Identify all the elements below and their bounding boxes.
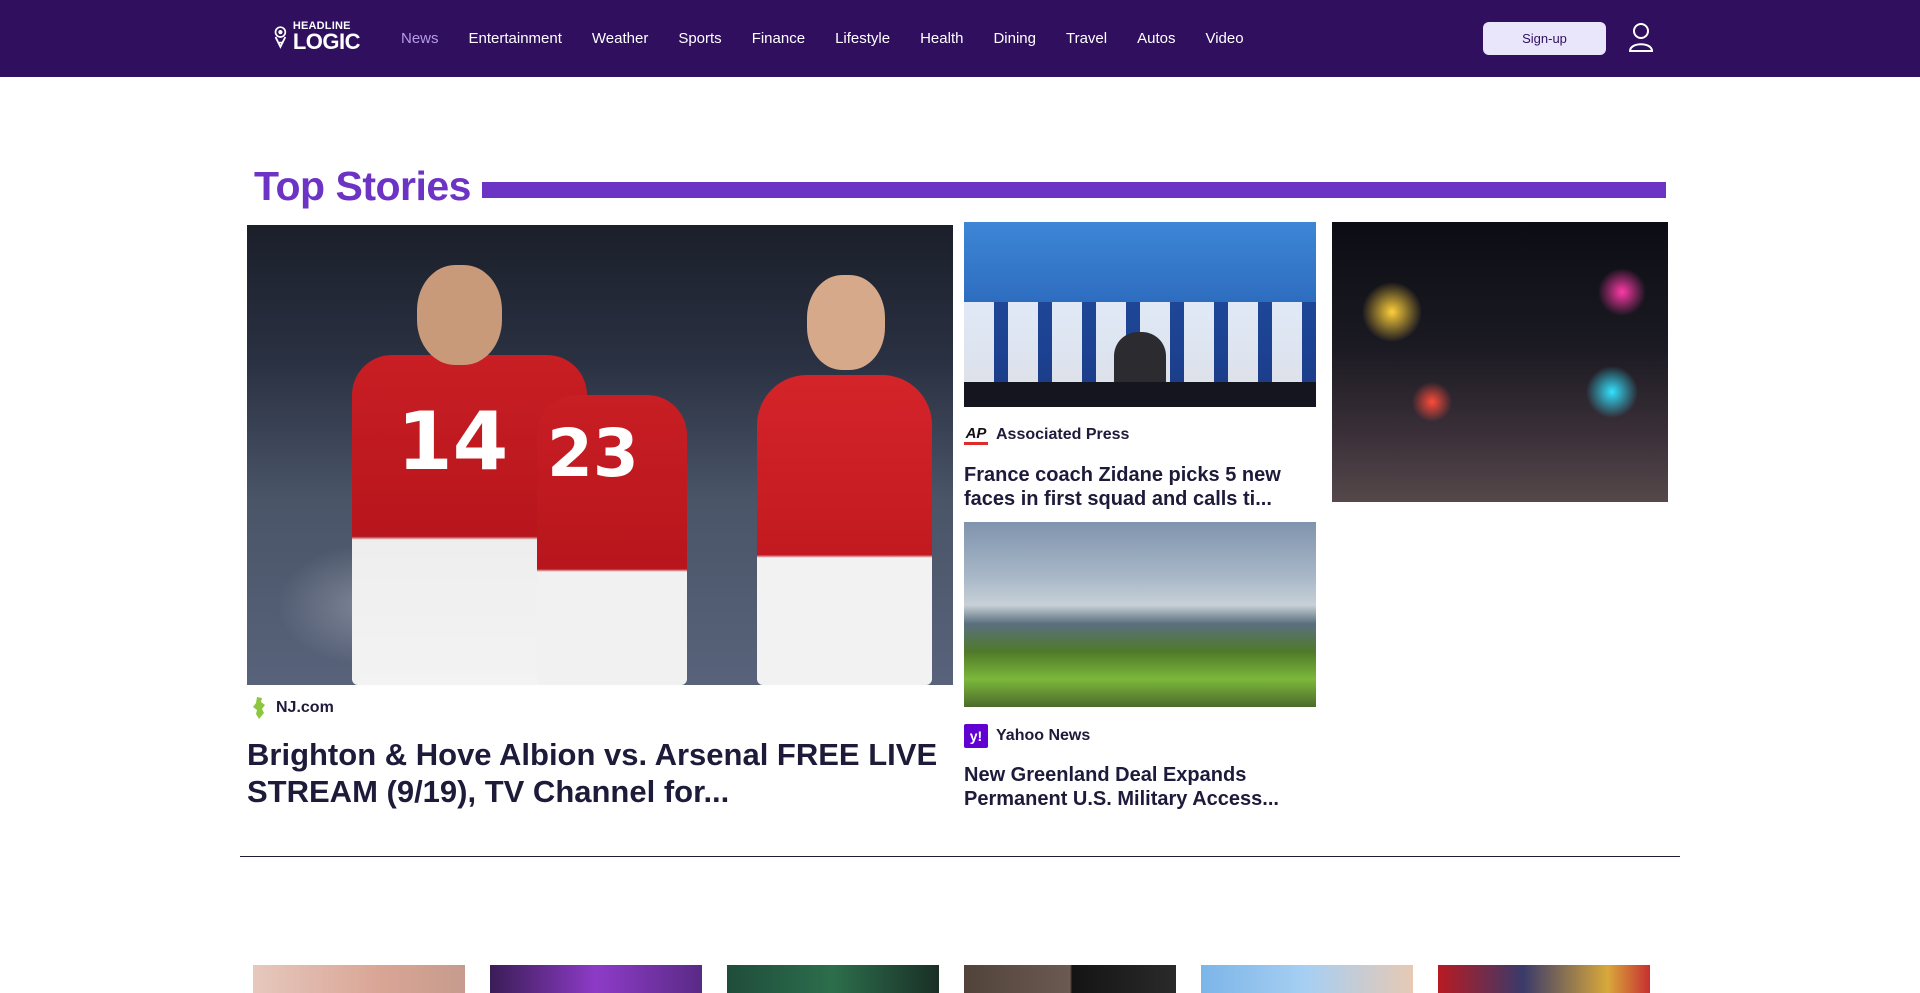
story-3-source-name: Yahoo News bbox=[996, 727, 1091, 744]
story-thumbnail[interactable] bbox=[1438, 965, 1650, 993]
headline-logic-logo[interactable]: HEADLINE LOGIC bbox=[272, 19, 361, 55]
story-3-source[interactable]: y! Yahoo News bbox=[964, 724, 1090, 748]
story-2-image[interactable] bbox=[964, 222, 1316, 407]
nav-item-video[interactable]: Video bbox=[1205, 30, 1243, 47]
signup-button[interactable]: Sign-up bbox=[1483, 22, 1606, 55]
nav-item-lifestyle[interactable]: Lifestyle bbox=[835, 30, 890, 47]
nav-item-weather[interactable]: Weather bbox=[592, 30, 648, 47]
section-divider bbox=[240, 856, 1680, 857]
ap-logo-text: AP bbox=[965, 424, 987, 442]
nav-item-sports[interactable]: Sports bbox=[678, 30, 721, 47]
story-thumbnail[interactable] bbox=[964, 965, 1176, 993]
nav-item-autos[interactable]: Autos bbox=[1137, 30, 1175, 47]
story-thumbnail[interactable] bbox=[727, 965, 939, 993]
top-navigation-bar: HEADLINE LOGIC News Entertainment Weathe… bbox=[0, 0, 1920, 77]
user-account-icon[interactable] bbox=[1628, 22, 1654, 52]
main-story-image[interactable]: 14 23 bbox=[247, 225, 953, 685]
main-story-headline[interactable]: Brighton & Hove Albion vs. Arsenal FREE … bbox=[247, 736, 947, 812]
nav-item-news[interactable]: News bbox=[401, 30, 439, 47]
story-thumbnail[interactable] bbox=[1201, 965, 1413, 993]
story-2-source[interactable]: AP Associated Press bbox=[964, 424, 1129, 446]
microphone-logo-icon bbox=[274, 26, 287, 49]
story-thumbnail[interactable] bbox=[253, 965, 465, 993]
story-4-image[interactable] bbox=[1332, 222, 1668, 502]
story-thumbnail[interactable] bbox=[490, 965, 702, 993]
yahoo-logo-icon: y! bbox=[964, 724, 988, 748]
nav-item-travel[interactable]: Travel bbox=[1066, 30, 1107, 47]
ap-logo-icon: AP bbox=[964, 424, 988, 446]
story-3-image[interactable] bbox=[964, 522, 1316, 707]
nav-item-dining[interactable]: Dining bbox=[993, 30, 1036, 47]
story-3-headline[interactable]: New Greenland Deal Expands Permanent U.S… bbox=[964, 763, 1316, 813]
story-2-headline[interactable]: France coach Zidane picks 5 new faces in… bbox=[964, 463, 1316, 513]
nj-logo-icon bbox=[253, 697, 265, 719]
nav-item-health[interactable]: Health bbox=[920, 30, 963, 47]
main-story-source-name: NJ.com bbox=[276, 699, 334, 716]
nav-item-entertainment[interactable]: Entertainment bbox=[469, 30, 562, 47]
story-2-source-name: Associated Press bbox=[996, 426, 1130, 443]
section-title-top-stories: Top Stories bbox=[254, 163, 471, 209]
main-nav: News Entertainment Weather Sports Financ… bbox=[401, 0, 1274, 77]
nav-item-finance[interactable]: Finance bbox=[752, 30, 805, 47]
section-title-rule bbox=[482, 182, 1666, 198]
main-story-source[interactable]: NJ.com bbox=[250, 696, 334, 720]
logo-text-bottom: LOGIC bbox=[292, 29, 361, 54]
